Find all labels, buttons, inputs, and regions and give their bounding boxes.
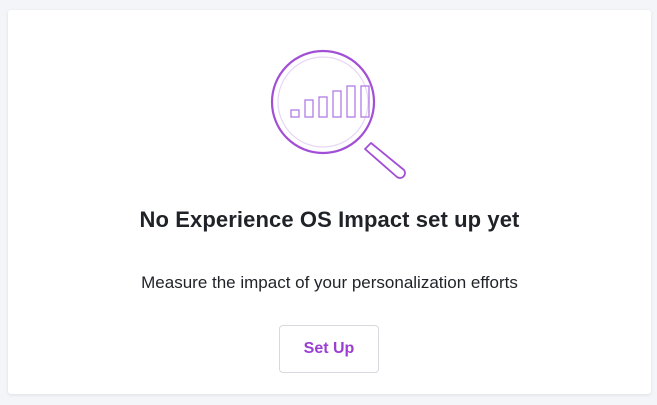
set-up-button[interactable]: Set Up: [279, 325, 379, 373]
magnifier-bar-chart-icon: [270, 49, 406, 179]
empty-state-title: No Experience OS Impact set up yet: [139, 207, 520, 232]
empty-state-card: No Experience OS Impact set up yet Measu…: [8, 10, 651, 394]
empty-state-subtitle: Measure the impact of your personalizati…: [141, 273, 518, 292]
